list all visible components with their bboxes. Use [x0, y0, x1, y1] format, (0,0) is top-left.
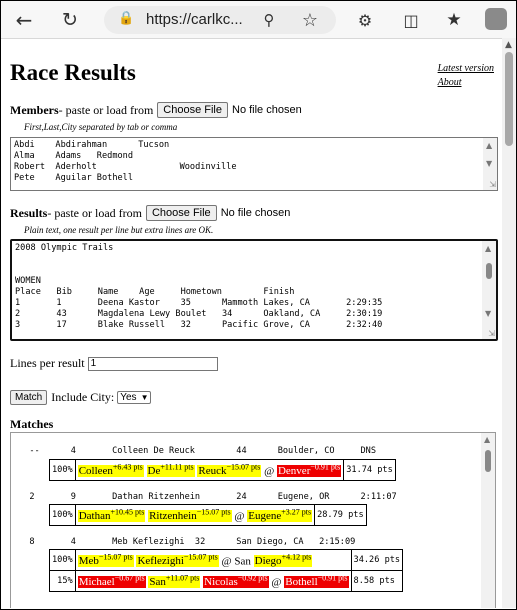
at-sign: @: [234, 510, 245, 523]
results-scroll-thumb[interactable]: [486, 263, 492, 279]
result-line: -- 4 Colleen De Reuck 44 Boulder, CO DNS: [19, 446, 376, 456]
candidate-row: 15% Michael−0.67 pts San+11.07 pts Nicol…: [49, 570, 404, 592]
match-parts: Michael−0.67 pts San+11.07 pts Nicolas−0…: [74, 570, 352, 592]
city-part: Denver−0.91 pts: [276, 462, 342, 478]
members-text: Abdi Abdirahman Tucson Alma Adams Redmon…: [14, 140, 237, 183]
name-part: Reuck−15.07 pts: [197, 462, 262, 478]
members-scroll-down-icon[interactable]: ▼: [486, 159, 492, 168]
page-title: Race Results: [10, 60, 136, 85]
page-scroll-thumb[interactable]: [505, 52, 513, 146]
results-hint: Plain text, one result per line but extr…: [24, 225, 214, 235]
city-part: Bothell−0.91 pts: [284, 573, 349, 589]
match-button[interactable]: Match: [10, 390, 48, 405]
matches-title: Matches: [10, 417, 54, 431]
result-line: 8 4 Meb Keflezighi 32 San Diego, CA 2:15…: [19, 537, 356, 547]
name-part: Michael−0.67 pts: [77, 573, 146, 589]
matches-scroll-up-icon[interactable]: ▲: [484, 435, 490, 444]
candidate-table: 100% Colleen+6.43 pts De+11.11 pts Reuck…: [49, 459, 396, 481]
reload-icon[interactable]: ↻: [57, 7, 83, 33]
results-choose-file-button[interactable]: Choose File: [145, 205, 217, 221]
candidate-row: 100% Colleen+6.43 pts De+11.11 pts Reuck…: [49, 459, 396, 481]
match-parts: Meb−15.07 pts Keflezighi−15.07 pts @ San…: [74, 549, 352, 571]
results-textarea[interactable]: 2008 Olympic Trails WOMEN Place Bib Name…: [10, 239, 498, 341]
candidate-row: 100% Dathan+10.45 pts Ritzenhein−15.07 p…: [49, 504, 367, 526]
members-label-row: Members - paste or load from Choose File…: [10, 102, 302, 118]
latest-version-link[interactable]: Latest version: [438, 62, 494, 76]
resize-grip-icon[interactable]: ⇲: [489, 180, 496, 189]
results-label: Results: [10, 205, 48, 220]
zoom-icon[interactable]: ⚲: [256, 7, 282, 33]
at-sign: @: [264, 465, 275, 478]
match-controls-row: Match Include City: Yes ▼: [10, 390, 152, 405]
members-label-suffix: - paste or load from: [58, 102, 154, 117]
name-part: Nicolas−0.92 pts: [203, 573, 269, 589]
name-part: Keflezighi−15.07 pts: [136, 552, 219, 568]
results-scroll-down-icon[interactable]: ▼: [485, 309, 491, 318]
members-choose-file-button[interactable]: Choose File: [157, 102, 228, 118]
match-parts: Dathan+10.45 pts Ritzenhein−15.07 pts @ …: [74, 504, 316, 526]
name-part: De+11.11 pts: [146, 462, 195, 478]
name-part: Dathan+10.45 pts: [77, 507, 146, 523]
city-part: Diego+4.12 pts: [253, 552, 313, 568]
match-percent: 100%: [49, 504, 76, 526]
include-city-select[interactable]: Yes ▼: [117, 391, 152, 404]
at-sign: @ San: [221, 555, 251, 568]
name-part: San+11.07 pts: [148, 573, 201, 589]
match-score: 31.74 pts: [343, 459, 396, 481]
name-part: Ritzenhein−15.07 pts: [148, 507, 232, 523]
page-content: Race Results Latest version About Member…: [10, 38, 500, 608]
candidate-row: 100% Meb−15.07 pts Keflezighi−15.07 pts …: [49, 549, 404, 571]
lines-per-result-row: Lines per result 1: [10, 356, 218, 371]
matches-box: ▲ -- 4 Colleen De Reuck 44 Boulder, CO D…: [10, 432, 496, 608]
match-percent: 100%: [49, 549, 76, 571]
match-percent: 15%: [49, 570, 76, 592]
split-screen-icon[interactable]: ◫: [398, 7, 424, 33]
matches-scrollbar[interactable]: ▲: [481, 433, 495, 608]
results-label-suffix: - paste or load from: [47, 205, 142, 220]
members-no-file-text: No file chosen: [232, 104, 302, 116]
city-part: Eugene+3.27 pts: [247, 507, 313, 523]
match-score: 8.58 pts: [350, 570, 404, 592]
profile-extension-icon[interactable]: [485, 8, 507, 30]
matches-scroll-thumb[interactable]: [485, 450, 491, 472]
results-text: 2008 Olympic Trails WOMEN Place Bib Name…: [15, 243, 383, 330]
browser-toolbar: ← ↻ 🔒 https://carlkc... ⚲ ☆ ⚙ ◫ ★: [1, 1, 516, 39]
results-scroll-up-icon[interactable]: ▲: [485, 244, 491, 253]
url-text: https://carlkc...: [146, 11, 243, 28]
members-textarea[interactable]: Abdi Abdirahman Tucson Alma Adams Redmon…: [10, 137, 498, 191]
favorites-icon[interactable]: ★: [441, 7, 467, 33]
match-score: 34.26 pts: [350, 549, 404, 571]
results-no-file-text: No file chosen: [220, 207, 291, 219]
members-scroll-up-icon[interactable]: ▲: [486, 141, 492, 150]
lines-per-result-input[interactable]: 1: [87, 356, 218, 371]
page-scrollbar[interactable]: ▲: [502, 38, 516, 608]
name-part: Colleen+6.43 pts: [77, 462, 144, 478]
results-label-row: Results - paste or load from Choose File…: [10, 205, 290, 221]
chevron-down-icon: ▼: [140, 393, 149, 402]
about-link[interactable]: About: [438, 76, 494, 90]
results-textarea-scrollbar[interactable]: ▲ ▼: [482, 241, 496, 339]
results-resize-grip-icon[interactable]: ⇲: [488, 329, 495, 338]
favorite-star-icon[interactable]: ☆: [297, 7, 323, 33]
lines-per-result-label: Lines per result: [10, 356, 85, 370]
at-sign: @: [271, 576, 282, 589]
match-percent: 100%: [49, 459, 76, 481]
members-hint: First,Last,City separated by tab or comm…: [24, 122, 178, 132]
result-line: 2 9 Dathan Ritzenhein 24 Eugene, OR 2:11…: [19, 492, 397, 502]
include-city-value: Yes: [120, 392, 137, 403]
candidate-table: 100% Meb−15.07 pts Keflezighi−15.07 pts …: [49, 549, 404, 592]
include-city-label: Include City:: [51, 390, 115, 404]
back-arrow-icon[interactable]: ←: [11, 7, 37, 33]
name-part: Meb−15.07 pts: [77, 552, 134, 568]
scroll-up-arrow-icon[interactable]: ▲: [505, 40, 512, 50]
members-label: Members: [10, 102, 59, 117]
candidate-table: 100% Dathan+10.45 pts Ritzenhein−15.07 p…: [49, 504, 367, 526]
lock-icon: 🔒: [118, 11, 135, 26]
match-score: 28.79 pts: [314, 504, 367, 526]
match-parts: Colleen+6.43 pts De+11.11 pts Reuck−15.0…: [74, 459, 345, 481]
extensions-icon[interactable]: ⚙: [352, 7, 378, 33]
top-links: Latest version About: [438, 62, 494, 90]
